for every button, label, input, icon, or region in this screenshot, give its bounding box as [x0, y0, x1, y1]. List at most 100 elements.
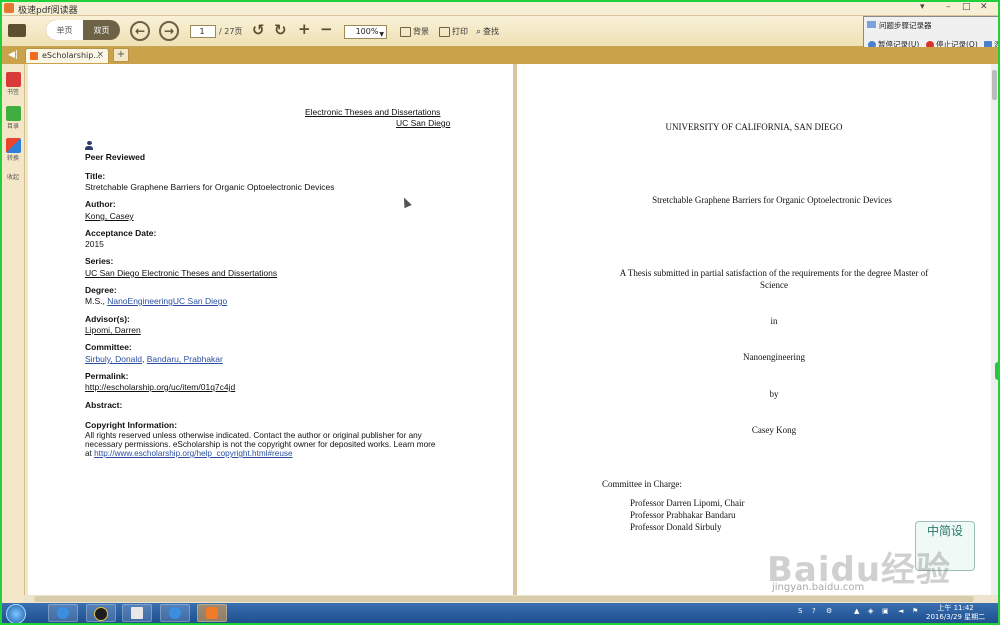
zoom-value: 100%	[355, 27, 379, 36]
committee-line: Sirbuly, Donald, Bandaru, Prabhakar	[85, 354, 223, 364]
zoom-in-button[interactable]: +	[298, 20, 311, 38]
committee-link-bandaru[interactable]: Bandaru, Prabhakar	[147, 354, 223, 364]
taskbar-app-browser[interactable]	[160, 604, 190, 622]
taskbar-app-recorder[interactable]	[122, 604, 152, 622]
toolbar: 单页 双页 ← → 1 / 27页 ↺ ↻ + − 100% ▼ 背景 打印 ⌕…	[2, 16, 998, 47]
zoom-out-button[interactable]: −	[320, 20, 333, 38]
sidebar-item-label: 收起	[6, 174, 19, 181]
left-sidebar: 书签 目录 转换 收起	[2, 64, 25, 595]
clock-date: 2016/3/29 星期二	[926, 613, 986, 621]
double-page-button[interactable]: 双页	[83, 20, 120, 40]
header-link-etd[interactable]: Electronic Theses and Dissertations	[305, 107, 440, 117]
convert-icon	[5, 138, 21, 153]
submitted-line-2: Science	[760, 280, 788, 290]
next-page-button[interactable]: →	[159, 21, 179, 41]
taskbar-app-sogou[interactable]	[48, 604, 78, 622]
rotate-right-button[interactable]: ↻	[274, 21, 287, 39]
sidebar-item-convert[interactable]: 转换	[4, 138, 22, 162]
minimize-icon[interactable]: –	[946, 2, 951, 12]
thesis-title: Stretchable Graphene Barriers for Organi…	[652, 195, 892, 205]
in-text: in	[770, 316, 778, 326]
tab-escholarship[interactable]: eScholarship... ×	[25, 48, 109, 63]
author-name: Casey Kong	[751, 425, 797, 435]
abstract-label: Abstract:	[85, 400, 123, 410]
close-icon[interactable]: ✕	[980, 2, 988, 12]
series-link[interactable]: UC San Diego Electronic Theses and Disse…	[85, 268, 277, 278]
degree-link[interactable]: NanoEngineeringUC San Diego	[107, 296, 227, 306]
shield-icon	[94, 607, 108, 621]
committee-heading: Committee in Charge:	[602, 479, 682, 489]
flag-icon[interactable]: ⚑	[912, 607, 918, 615]
badge-text: 中简设	[926, 524, 963, 538]
taskbar-app-pdf-reader[interactable]	[197, 604, 227, 622]
maximize-icon[interactable]: □	[962, 2, 971, 12]
horizontal-scrollbar[interactable]	[24, 595, 998, 603]
floating-handle[interactable]	[995, 362, 998, 380]
person-icon	[85, 141, 93, 150]
menu-icon[interactable]: ▾	[920, 2, 925, 12]
clock-time: 上午 11:42	[937, 604, 974, 612]
tray-expand-icon[interactable]: ▲	[854, 607, 859, 615]
peer-reviewed-label: Peer Reviewed	[85, 152, 146, 162]
scroll-thumb[interactable]	[992, 70, 997, 100]
collapse-left-icon: ◀|	[8, 50, 18, 60]
taskbar-app-shield[interactable]	[86, 604, 116, 622]
recorder-icon	[131, 607, 143, 619]
sidebar-item-contents[interactable]: 目录	[4, 106, 22, 130]
find-label: 查找	[483, 27, 500, 36]
header-link-ucsd[interactable]: UC San Diego	[396, 118, 450, 128]
sidebar-toggle-button[interactable]: ◀|	[4, 47, 22, 63]
open-file-button[interactable]	[6, 20, 28, 40]
minus-icon: −	[320, 20, 333, 38]
help-icon[interactable]: ?	[812, 607, 816, 615]
background-icon	[400, 26, 411, 37]
print-label: 打印	[452, 27, 468, 36]
rotate-left-button[interactable]: ↺	[252, 21, 265, 39]
bookmark-icon	[5, 72, 21, 87]
system-clock[interactable]: 上午 11:42 2016/3/29 星期二	[926, 604, 985, 622]
new-tab-button[interactable]: +	[113, 48, 129, 62]
author-link[interactable]: Kong, Casey	[85, 211, 134, 221]
sidebar-item-label: 目录	[6, 123, 19, 130]
single-page-button[interactable]: 单页	[46, 20, 83, 40]
zoom-select[interactable]: 100% ▼	[344, 25, 387, 39]
field-text: Nanoengineering	[743, 352, 805, 362]
find-button[interactable]: ⌕ 查找	[476, 26, 499, 37]
vertical-scrollbar[interactable]	[991, 64, 998, 595]
sidebar-item-bookmarks[interactable]: 书签	[4, 72, 22, 96]
app-icon	[4, 3, 14, 13]
chevron-down-icon: ▼	[379, 31, 384, 38]
tab-close-icon[interactable]: ×	[96, 50, 104, 60]
volume-icon[interactable]: ◄	[898, 607, 903, 615]
advisor-label: Advisor(s):	[85, 314, 130, 324]
committee-link-sirbuly[interactable]: Sirbuly, Donald	[85, 354, 142, 364]
sidebar-collapse-button[interactable]: 收起	[4, 172, 22, 181]
previous-page-button[interactable]: ←	[130, 21, 150, 41]
start-button[interactable]	[6, 604, 26, 623]
advisor-link[interactable]: Lipomi, Darren	[85, 325, 141, 335]
university-name: UNIVERSITY OF CALIFORNIA, SAN DIEGO	[665, 122, 843, 132]
scroll-thumb[interactable]	[34, 596, 974, 602]
network-icon[interactable]: ▣	[882, 607, 889, 615]
committee-label: Committee:	[85, 342, 132, 352]
pdf-reader-icon	[206, 607, 218, 619]
background-label: 背景	[413, 27, 429, 36]
view-mode-toggle: 单页 双页	[46, 20, 120, 40]
input-method-icon[interactable]: S	[798, 607, 802, 615]
print-button[interactable]: 打印	[439, 26, 468, 37]
page-number-input[interactable]: 1	[190, 25, 216, 38]
copyright-link[interactable]: http://www.escholarship.org/help_copyrig…	[94, 449, 292, 458]
copyright-prefix: at	[85, 449, 95, 458]
permalink-link[interactable]: http://escholarship.org/uc/item/01q7c4jd	[85, 382, 235, 392]
settings-icon[interactable]: ⚙	[826, 607, 832, 615]
arrow-right-icon: →	[163, 24, 175, 38]
title-label: Title:	[85, 171, 106, 181]
pdf-file-icon	[30, 52, 38, 60]
plus-icon: +	[298, 20, 311, 38]
printer-icon	[439, 26, 450, 37]
background-button[interactable]: 背景	[400, 26, 429, 37]
rotate-right-icon: ↻	[274, 21, 287, 39]
folder-icon	[8, 23, 26, 37]
security-icon[interactable]: ◈	[868, 607, 873, 615]
degree-label: Degree:	[85, 285, 117, 295]
